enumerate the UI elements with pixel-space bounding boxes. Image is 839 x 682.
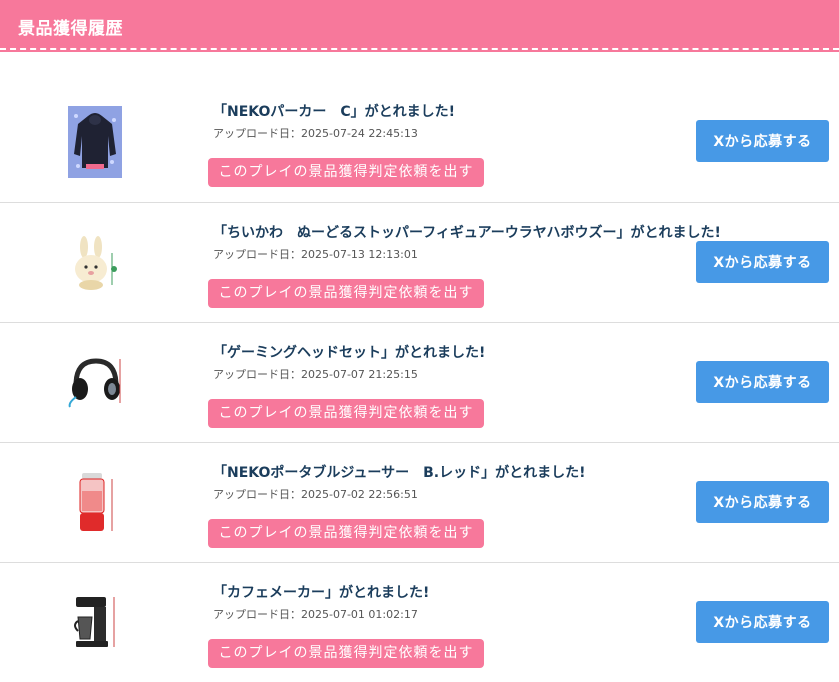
header-divider <box>0 48 839 50</box>
page-title: 景品獲得履歴 <box>18 19 123 39</box>
upload-date: アップロード日：2025-07-13 12:13:01 <box>213 248 418 261</box>
prize-history-list: 「NEKOパーカー C」がとれました! アップロード日：2025-07-24 2… <box>0 82 839 682</box>
request-judgement-button[interactable]: このプレイの景品獲得判定依頼を出す <box>208 279 484 308</box>
prize-title: 「ゲーミングヘッドセット」がとれました! <box>213 345 486 361</box>
prize-item: 「ちいかわ ぬーどるストッパーフィギュアーウラヤハボウズー」がとれました! アッ… <box>0 202 839 322</box>
juicer-image <box>62 465 128 541</box>
apply-via-x-button[interactable]: Xから応募する <box>696 241 829 283</box>
coffee-maker-image <box>62 585 128 661</box>
prize-item: 「NEKOパーカー C」がとれました! アップロード日：2025-07-24 2… <box>0 82 839 202</box>
hoodie-image <box>62 104 128 180</box>
prize-title: 「NEKOポータブルジューサー B.レッド」がとれました! <box>213 465 586 481</box>
page-header: 景品獲得履歴 <box>0 0 839 52</box>
prize-title: 「ちいかわ ぬーどるストッパーフィギュアーウラヤハボウズー」がとれました! <box>213 225 721 241</box>
request-judgement-button[interactable]: このプレイの景品獲得判定依頼を出す <box>208 519 484 548</box>
prize-title: 「カフェメーカー」がとれました! <box>213 585 430 601</box>
prize-item: 「カフェメーカー」がとれました! アップロード日：2025-07-01 01:0… <box>0 562 839 682</box>
apply-via-x-button[interactable]: Xから応募する <box>696 361 829 403</box>
request-judgement-button[interactable]: このプレイの景品獲得判定依頼を出す <box>208 639 484 668</box>
prize-item: 「NEKOポータブルジューサー B.レッド」がとれました! アップロード日：20… <box>0 442 839 562</box>
request-judgement-button[interactable]: このプレイの景品獲得判定依頼を出す <box>208 399 484 428</box>
prize-item: 「ゲーミングヘッドセット」がとれました! アップロード日：2025-07-07 … <box>0 322 839 442</box>
upload-date: アップロード日：2025-07-07 21:25:15 <box>213 368 418 381</box>
headset-image <box>62 345 128 421</box>
upload-date: アップロード日：2025-07-01 01:02:17 <box>213 608 418 621</box>
apply-via-x-button[interactable]: Xから応募する <box>696 601 829 643</box>
apply-via-x-button[interactable]: Xから応募する <box>696 120 829 162</box>
upload-date: アップロード日：2025-07-24 22:45:13 <box>213 127 418 140</box>
request-judgement-button[interactable]: このプレイの景品獲得判定依頼を出す <box>208 158 484 187</box>
prize-title: 「NEKOパーカー C」がとれました! <box>213 104 456 120</box>
upload-date: アップロード日：2025-07-02 22:56:51 <box>213 488 418 501</box>
apply-via-x-button[interactable]: Xから応募する <box>696 481 829 523</box>
figure-image <box>62 225 128 301</box>
